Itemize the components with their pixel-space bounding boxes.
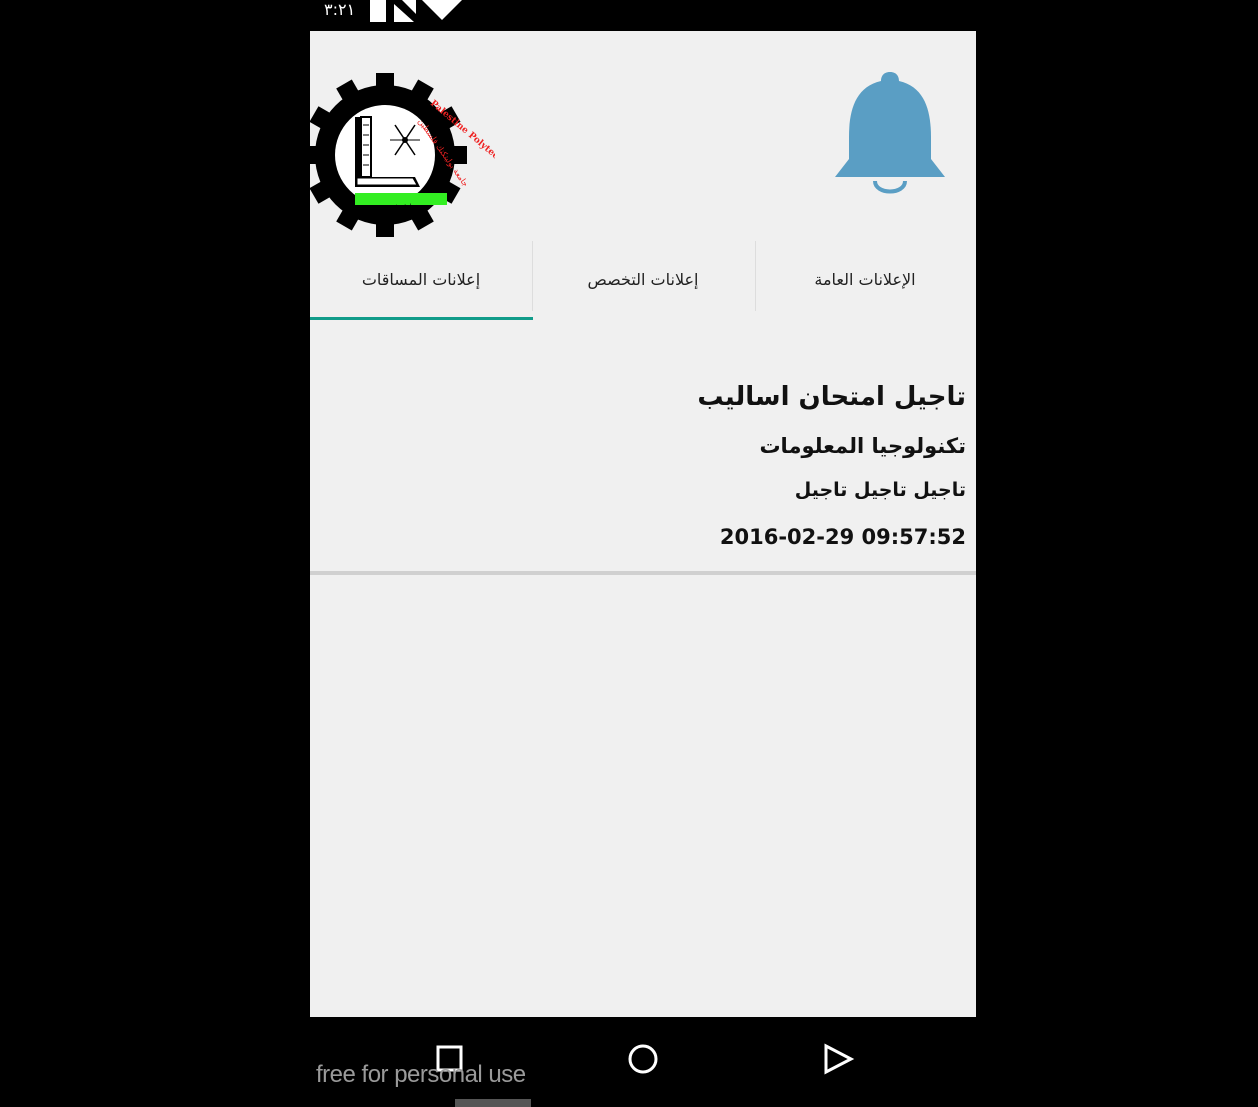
tab-major-announcements[interactable]: إعلانات التخصص — [532, 236, 754, 322]
announcement-title: تاجيل امتحان اساليب — [697, 382, 966, 412]
tab-divider — [532, 241, 533, 311]
back-button[interactable] — [808, 1029, 868, 1089]
tab-bar: إعلانات المساقات إعلانات التخصص الإعلانا… — [310, 236, 976, 322]
app-screen: Palestine Polytechnic University جامعة ب… — [310, 31, 976, 1017]
triangle-icon — [824, 1043, 855, 1075]
status-bar: ٣:٢١ — [310, 0, 976, 31]
announcement-body: تاجيل تاجيل تاجيل — [794, 479, 966, 501]
logo-motto: ريادة، تخصص، تميز — [367, 203, 416, 210]
watermark-text: free for personal use — [316, 1061, 526, 1088]
tab-label: الإعلانات العامة — [814, 269, 916, 289]
battery-icon — [370, 0, 386, 22]
university-logo: Palestine Polytechnic University جامعة ب… — [310, 73, 495, 237]
tab-general-announcements[interactable]: الإعلانات العامة — [754, 236, 976, 322]
tab-label: إعلانات التخصص — [587, 269, 699, 289]
wifi-icon — [422, 0, 462, 20]
tab-label: إعلانات المساقات — [361, 269, 481, 289]
nav-handle — [455, 1099, 531, 1107]
app-header: Palestine Polytechnic University جامعة ب… — [310, 31, 976, 237]
home-button[interactable] — [613, 1029, 673, 1089]
notification-bell-icon[interactable] — [825, 67, 955, 197]
tab-selected-indicator — [310, 317, 533, 320]
status-time: ٣:٢١ — [324, 0, 356, 19]
announcement-datetime: 2016-02-29 09:57:52 — [719, 525, 966, 549]
announcement-department: تكنولوجيا المعلومات — [759, 434, 966, 458]
circle-icon — [628, 1044, 658, 1074]
tab-divider — [755, 241, 756, 311]
list-divider — [310, 571, 976, 575]
tab-course-announcements[interactable]: إعلانات المساقات — [310, 236, 532, 322]
